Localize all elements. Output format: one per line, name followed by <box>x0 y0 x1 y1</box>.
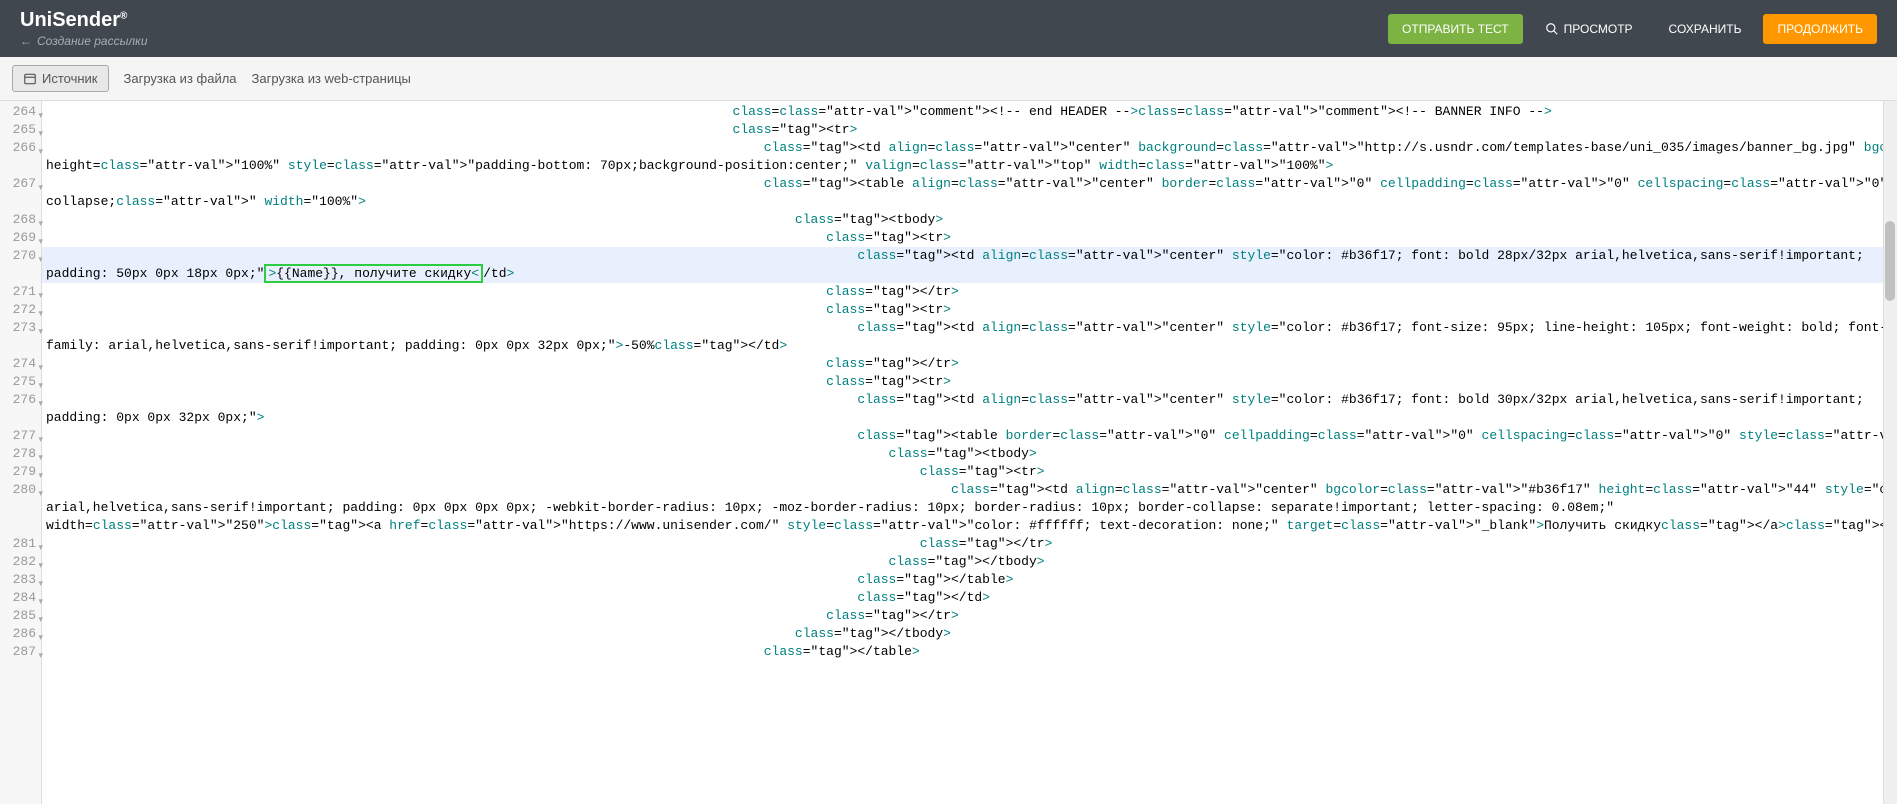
logo-text: UniSender <box>20 9 120 31</box>
code-line[interactable]: class="tag"></td> <box>42 589 1897 607</box>
gutter-line: 265▾ <box>0 121 41 139</box>
code-editor: 264▾265▾266▾ 267▾ 268▾269▾270▾ 271▾272▾273▾… <box>0 101 1897 804</box>
gutter-line: 274▾ <box>0 355 41 373</box>
preview-label: ПРОСМОТР <box>1564 22 1633 36</box>
code-line[interactable]: padding: 0px 0px 32px 0px;"> <box>42 409 1897 427</box>
preview-button[interactable]: ПРОСМОТР <box>1531 14 1647 44</box>
gutter-line <box>0 409 41 427</box>
send-test-label: ОТПРАВИТЬ ТЕСТ <box>1402 22 1509 36</box>
code-line[interactable]: class="tag"></table> <box>42 643 1897 661</box>
gutter-line <box>0 193 41 211</box>
code-line[interactable]: collapse;class="attr-val">" width="100%"… <box>42 193 1897 211</box>
gutter-line <box>0 517 41 535</box>
gutter-line: 268▾ <box>0 211 41 229</box>
gutter-line <box>0 337 41 355</box>
gutter-line: 279▾ <box>0 463 41 481</box>
editor-toolbar: Источник Загрузка из файла Загрузка из w… <box>0 57 1897 101</box>
code-line[interactable]: class="tag"><table border=class="attr-va… <box>42 427 1897 445</box>
code-line[interactable]: class="tag"></tbody> <box>42 553 1897 571</box>
send-test-button[interactable]: ОТПРАВИТЬ ТЕСТ <box>1388 14 1523 44</box>
continue-label: ПРОДОЛЖИТЬ <box>1777 22 1863 36</box>
line-gutter: 264▾265▾266▾ 267▾ 268▾269▾270▾ 271▾272▾273▾… <box>0 101 42 804</box>
gutter-line: 285▾ <box>0 607 41 625</box>
gutter-line: 281▾ <box>0 535 41 553</box>
code-line[interactable]: class="tag"></tr> <box>42 355 1897 373</box>
header-left: UniSender® ← Создание рассылки <box>20 9 148 48</box>
gutter-line: 275▾ <box>0 373 41 391</box>
continue-button[interactable]: ПРОДОЛЖИТЬ <box>1763 14 1877 44</box>
code-line[interactable]: class="tag"><td align=class="attr-val">"… <box>42 139 1897 157</box>
load-web-link[interactable]: Загрузка из web-страницы <box>252 71 411 86</box>
logo-reg: ® <box>120 10 127 21</box>
source-label: Источник <box>42 71 98 86</box>
load-file-link[interactable]: Загрузка из файла <box>124 71 237 86</box>
gutter-line: 280▾ <box>0 481 41 499</box>
code-line[interactable]: arial,helvetica,sans-serif!important; pa… <box>42 499 1897 517</box>
code-line[interactable]: class="tag"><td align=class="attr-val">"… <box>42 481 1897 499</box>
code-line[interactable]: class="tag"></tr> <box>42 535 1897 553</box>
code-line[interactable]: class="tag"></tr> <box>42 283 1897 301</box>
gutter-line: 264▾ <box>0 103 41 121</box>
code-line[interactable]: class="tag"><table align=class="attr-val… <box>42 175 1897 193</box>
code-line[interactable]: class="tag"><tbody> <box>42 445 1897 463</box>
magnify-icon <box>1545 22 1559 36</box>
code-line[interactable]: height=class="attr-val">"100%" style=cla… <box>42 157 1897 175</box>
gutter-line: 271▾ <box>0 283 41 301</box>
code-line[interactable]: class="tag"><td align=class="attr-val">"… <box>42 247 1897 265</box>
gutter-line <box>0 265 41 283</box>
gutter-line: 272▾ <box>0 301 41 319</box>
breadcrumb[interactable]: ← Создание рассылки <box>20 34 148 48</box>
code-line[interactable]: class="tag"><tr> <box>42 373 1897 391</box>
breadcrumb-text: Создание рассылки <box>37 34 148 48</box>
code-line[interactable]: class="tag"></table> <box>42 571 1897 589</box>
gutter-line: 267▾ <box>0 175 41 193</box>
gutter-line: 284▾ <box>0 589 41 607</box>
gutter-line: 266▾ <box>0 139 41 157</box>
back-arrow-icon: ← <box>20 34 32 48</box>
code-line[interactable]: class="tag"><tr> <box>42 121 1897 139</box>
header-actions: ОТПРАВИТЬ ТЕСТ ПРОСМОТР СОХРАНИТЬ ПРОДОЛ… <box>1388 14 1877 44</box>
gutter-line: 278▾ <box>0 445 41 463</box>
code-line[interactable]: class="tag"><tr> <box>42 301 1897 319</box>
gutter-line: 269▾ <box>0 229 41 247</box>
code-line[interactable]: class="tag"><tbody> <box>42 211 1897 229</box>
source-icon <box>23 72 37 86</box>
gutter-line: 276▾ <box>0 391 41 409</box>
code-line[interactable]: class=class="attr-val">"comment"><!-- en… <box>42 103 1897 121</box>
gutter-line: 273▾ <box>0 319 41 337</box>
code-line[interactable]: class="tag"><td align=class="attr-val">"… <box>42 319 1897 337</box>
gutter-line: 277▾ <box>0 427 41 445</box>
save-label: СОХРАНИТЬ <box>1669 22 1742 36</box>
code-line[interactable]: padding: 50px 0px 18px 0px;">{{Name}}, п… <box>42 265 1897 283</box>
save-button[interactable]: СОХРАНИТЬ <box>1655 14 1756 44</box>
code-line[interactable]: class="tag"></tr> <box>42 607 1897 625</box>
app-header: UniSender® ← Создание рассылки ОТПРАВИТЬ… <box>0 0 1897 57</box>
code-line[interactable]: class="tag"></tbody> <box>42 625 1897 643</box>
code-line[interactable]: family: arial,helvetica,sans-serif!impor… <box>42 337 1897 355</box>
vertical-scrollbar[interactable] <box>1883 101 1897 804</box>
code-area[interactable]: class=class="attr-val">"comment"><!-- en… <box>42 101 1897 804</box>
code-line[interactable]: class="tag"><td align=class="attr-val">"… <box>42 391 1897 409</box>
gutter-line: 270▾ <box>0 247 41 265</box>
gutter-line: 287▾ <box>0 643 41 661</box>
gutter-line: 283▾ <box>0 571 41 589</box>
gutter-line: 286▾ <box>0 625 41 643</box>
gutter-line <box>0 157 41 175</box>
scrollbar-thumb[interactable] <box>1885 221 1895 301</box>
gutter-line: 282▾ <box>0 553 41 571</box>
logo: UniSender® <box>20 9 148 32</box>
gutter-line <box>0 499 41 517</box>
code-line[interactable]: class="tag"><tr> <box>42 229 1897 247</box>
source-button[interactable]: Источник <box>12 65 109 92</box>
code-line[interactable]: class="tag"><tr> <box>42 463 1897 481</box>
code-line[interactable]: width=class="attr-val">"250">class="tag"… <box>42 517 1897 535</box>
